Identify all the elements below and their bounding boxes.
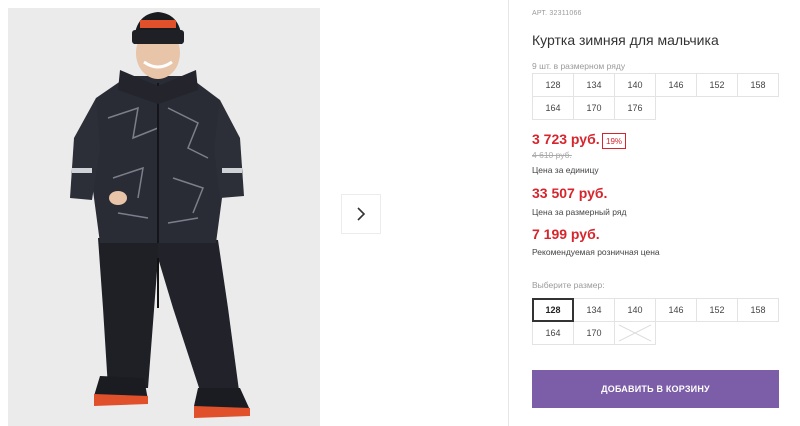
size-range-cell: 158 [737, 73, 779, 97]
size-range-cell: 176 [614, 96, 656, 120]
discount-badge: 19% [602, 133, 627, 149]
rrp-price-caption: Рекомендуемая розничная цена [532, 247, 660, 257]
chevron-right-icon [357, 207, 366, 221]
size-option-128[interactable]: 128 [532, 298, 574, 322]
size-range-cell: 134 [573, 73, 615, 97]
old-price: 4 610 руб. [532, 150, 572, 160]
size-select-label: Выберите размер: [532, 280, 605, 290]
rrp-price: 7 199 руб. [532, 226, 600, 242]
size-option-134[interactable]: 134 [573, 298, 615, 322]
size-selector: 128 134 140 146 152 158 164 170 176 [532, 298, 779, 345]
size-range-grid: 128 134 140 146 152 158 164 170 176 [532, 73, 779, 120]
size-option-158[interactable]: 158 [737, 298, 779, 322]
size-option-152[interactable]: 152 [696, 298, 738, 322]
unit-price: 3 723 руб. [532, 131, 600, 147]
size-option-170[interactable]: 170 [573, 321, 615, 345]
product-gallery [0, 0, 508, 426]
size-range-note: 9 шт. в размерном ряду [532, 61, 626, 71]
size-range-cell: 140 [614, 73, 656, 97]
panel-divider [508, 0, 509, 426]
cross-out-icon [618, 324, 652, 342]
article-number: АРТ. 32311066 [532, 10, 582, 17]
size-range-cell: 128 [532, 73, 574, 97]
size-range-cell: 152 [696, 73, 738, 97]
size-range-cell: 170 [573, 96, 615, 120]
size-range-cell: 164 [532, 96, 574, 120]
size-option-164[interactable]: 164 [532, 321, 574, 345]
add-to-cart-button[interactable]: ДОБАВИТЬ В КОРЗИНУ [532, 370, 779, 408]
next-image-button[interactable] [342, 195, 380, 233]
size-range-cell: 146 [655, 73, 697, 97]
size-option-140[interactable]: 140 [614, 298, 656, 322]
range-price-caption: Цена за размерный ряд [532, 207, 627, 217]
product-title: Куртка зимняя для мальчика [532, 32, 719, 48]
product-info-panel: АРТ. 32311066 Куртка зимняя для мальчика… [532, 0, 800, 426]
product-photo[interactable] [8, 8, 320, 426]
product-photo-illustration [8, 8, 320, 426]
range-price: 33 507 руб. [532, 185, 608, 201]
size-option-146[interactable]: 146 [655, 298, 697, 322]
unit-price-caption: Цена за единицу [532, 165, 599, 175]
size-option-176-unavailable: 176 [614, 321, 656, 345]
